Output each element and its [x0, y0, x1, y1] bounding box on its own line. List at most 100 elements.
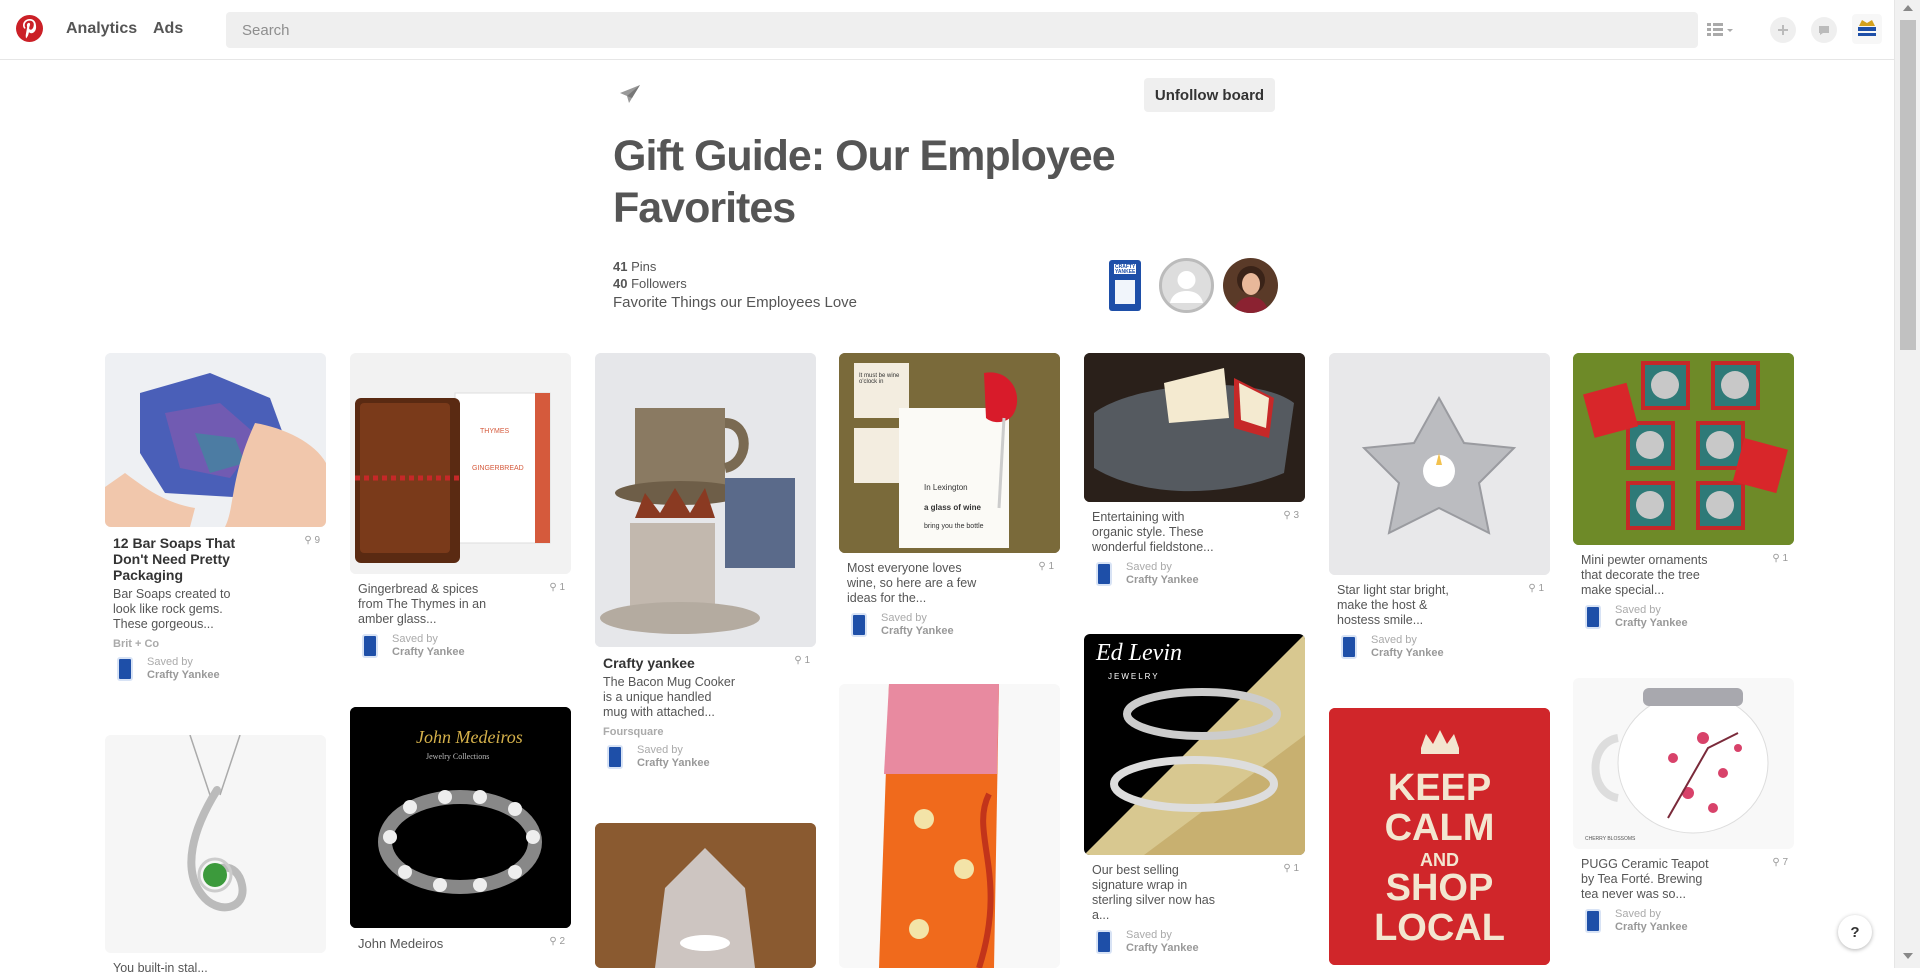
wine-coaster-text: It must be wine o'clock in: [859, 373, 900, 385]
pin-card[interactable]: Mini pewter ornaments that decorate the …: [1573, 353, 1794, 630]
crafty-yankee-board-label: CRAFTY YANKEE: [1115, 264, 1136, 275]
pin-image-ornaments[interactable]: [1573, 353, 1794, 545]
repin-count: ⚲ 2: [549, 936, 565, 947]
jewelry-label: JEWELRY: [1108, 672, 1160, 681]
pin-card[interactable]: Ed Levin JEWELRY Our best selling signat…: [1084, 634, 1305, 955]
saved-by[interactable]: Saved by Crafty Yankee: [358, 633, 563, 659]
pin-description: Star light star bright, make the host & …: [1337, 583, 1449, 627]
pin-caption: Our best selling signature wrap in sterl…: [1084, 855, 1305, 955]
jewelry-collections-label: Jewelry Collections: [426, 752, 490, 761]
john-medeiros-logo: John Medeiros: [416, 727, 523, 747]
saved-by[interactable]: Saved by Crafty Yankee: [1092, 929, 1297, 955]
scroll-up-arrow-icon[interactable]: [1903, 5, 1913, 11]
guided-search-menu-icon[interactable]: [1705, 20, 1735, 40]
pin-card[interactable]: Entertaining with organic style. These w…: [1084, 353, 1305, 587]
pinterest-logo-icon[interactable]: [16, 15, 43, 42]
board-thumbnail: [1585, 605, 1601, 629]
pin-card[interactable]: Star light star bright, make the host & …: [1329, 353, 1550, 660]
unfollow-board-button[interactable]: Unfollow board: [1144, 78, 1275, 112]
pin-card[interactable]: THYMES GINGERBREAD Gingerbread & spices …: [350, 353, 571, 659]
pin-card[interactable]: 12 Bar Soaps That Don't Need Pretty Pack…: [105, 353, 326, 682]
repin-count: ⚲ 3: [1283, 510, 1299, 521]
pin-caption: Mini pewter ornaments that decorate the …: [1573, 545, 1794, 630]
pin-card[interactable]: John Medeiros Jewelry Collections John M…: [350, 707, 571, 951]
pin-source[interactable]: Foursquare: [603, 726, 808, 738]
pin-description: PUGG Ceramic Teapot by Tea Forté. Brewin…: [1581, 857, 1709, 901]
top-nav-bar: Analytics Ads: [0, 0, 1894, 60]
nav-ads-link[interactable]: Ads: [153, 20, 183, 38]
pin-image-keep-calm[interactable]: KEEP CALM AND SHOP LOCAL: [1329, 708, 1550, 965]
saved-by[interactable]: Saved by Crafty Yankee: [1581, 908, 1786, 934]
pin-caption: 12 Bar Soaps That Don't Need Pretty Pack…: [105, 527, 326, 682]
pin-image-soap[interactable]: [105, 353, 326, 527]
board-stats: 41 Pins 40 Followers: [613, 258, 687, 292]
board-thumbnail: [851, 613, 867, 637]
pin-card[interactable]: It must be wine o'clock in In Lexington …: [839, 353, 1060, 638]
pin-image-bangles[interactable]: Ed Levin JEWELRY: [1084, 634, 1305, 855]
nav-analytics-link[interactable]: Analytics: [66, 20, 137, 38]
repin-count: ⚲ 1: [794, 655, 810, 666]
gingerbread-label: GINGERBREAD: [472, 465, 524, 472]
collaborator-avatar-photo[interactable]: [1223, 258, 1278, 313]
pin-description: John Medeiros: [358, 936, 444, 951]
saved-by[interactable]: Saved by Crafty Yankee: [1337, 634, 1542, 660]
cherry-blossoms-label: CHERRY BLOSSOMS: [1585, 836, 1636, 842]
lexington-label: In Lexington: [924, 483, 968, 492]
pin-caption: PUGG Ceramic Teapot by Tea Forté. Brewin…: [1573, 849, 1794, 934]
add-pin-icon[interactable]: [1770, 17, 1796, 43]
saved-by[interactable]: Saved by Crafty Yankee: [847, 612, 1052, 638]
pin-title: 12 Bar Soaps That Don't Need Pretty Pack…: [113, 535, 236, 583]
board-thumbnail: [1341, 635, 1357, 659]
calm-text: CALM: [1384, 807, 1495, 849]
saved-by[interactable]: Saved by Crafty Yankee: [1581, 604, 1786, 630]
scroll-down-arrow-icon[interactable]: [1903, 953, 1913, 959]
repin-count: ⚲ 1: [1038, 561, 1054, 572]
pin-caption: Gingerbread & spices from The Thymes in …: [350, 574, 571, 659]
saved-by[interactable]: Saved by Crafty Yankee: [1092, 561, 1297, 587]
pin-card[interactable]: [595, 823, 816, 968]
send-icon[interactable]: [619, 84, 641, 109]
pin-description: Bar Soaps created to look like rock gems…: [113, 587, 231, 631]
help-button[interactable]: ?: [1838, 915, 1872, 949]
pin-image-pendant[interactable]: [105, 735, 326, 953]
board-thumbnail: [1585, 909, 1601, 933]
repin-count: ⚲ 1: [1772, 553, 1788, 564]
pin-image-bacon-mug[interactable]: [595, 353, 816, 647]
pin-image-cheese-board[interactable]: [1084, 353, 1305, 502]
messages-icon[interactable]: [1811, 17, 1837, 43]
repin-count: ⚲ 1: [549, 582, 565, 593]
pin-image-star-candle[interactable]: [1329, 353, 1550, 575]
pin-image-glass-candle[interactable]: [595, 823, 816, 968]
pin-caption: You built-in stal...: [105, 953, 326, 976]
page-scrollbar[interactable]: [1894, 0, 1920, 968]
collaborator-avatar-crafty[interactable]: CRAFTY YANKEE: [1107, 258, 1143, 313]
pin-image-wine-towel[interactable]: It must be wine o'clock in In Lexington …: [839, 353, 1060, 553]
board-thumbnail: [1096, 930, 1112, 954]
pin-image-bracelet[interactable]: John Medeiros Jewelry Collections: [350, 707, 571, 928]
scrollbar-thumb[interactable]: [1900, 20, 1916, 350]
saved-by[interactable]: Saved by Crafty Yankee: [113, 656, 318, 682]
pins-count[interactable]: 41 Pins: [613, 258, 687, 275]
collaborator-avatar-default[interactable]: [1159, 258, 1214, 313]
pin-caption: Most everyone loves wine, so here are a …: [839, 553, 1060, 638]
pin-card[interactable]: You built-in stal...: [105, 735, 326, 976]
pin-card[interactable]: CHERRY BLOSSOMS PUGG Ceramic Teapot by T…: [1573, 678, 1794, 934]
profile-avatar[interactable]: [1852, 14, 1882, 44]
search-input[interactable]: [242, 21, 1698, 39]
board-thumbnail: [362, 634, 378, 658]
followers-count[interactable]: 40 Followers: [613, 275, 687, 292]
pin-caption: Crafty yankee The Bacon Mug Cooker is a …: [595, 647, 816, 770]
pin-card[interactable]: Crafty yankee The Bacon Mug Cooker is a …: [595, 353, 816, 770]
pin-card[interactable]: KEEP CALM AND SHOP LOCAL: [1329, 708, 1550, 965]
pin-image-candle[interactable]: THYMES GINGERBREAD: [350, 353, 571, 574]
pin-source[interactable]: Brit + Co: [113, 638, 318, 650]
pin-image-teapot[interactable]: CHERRY BLOSSOMS: [1573, 678, 1794, 849]
saved-by[interactable]: Saved by Crafty Yankee: [603, 744, 808, 770]
glass-of-wine-label: a glass of wine: [924, 503, 981, 512]
search-bar[interactable]: [226, 12, 1698, 48]
repin-count: ⚲ 7: [1772, 857, 1788, 868]
pin-description: You built-in stal...: [113, 961, 208, 975]
pin-card[interactable]: [839, 684, 1060, 968]
pin-description: Our best selling signature wrap in sterl…: [1092, 863, 1215, 922]
pin-image-socks[interactable]: [839, 684, 1060, 968]
